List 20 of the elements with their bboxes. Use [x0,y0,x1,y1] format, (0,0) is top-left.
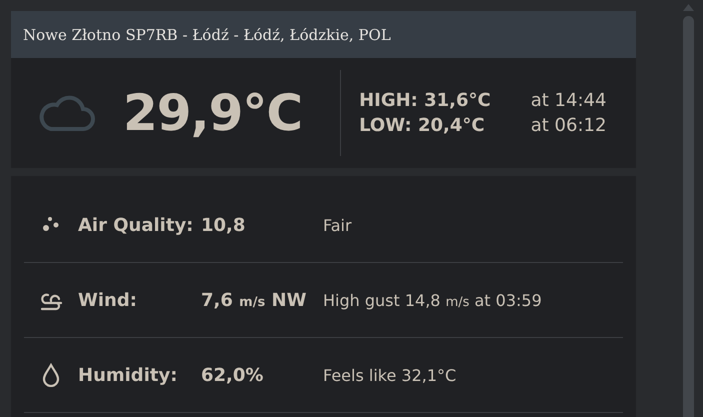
row-detail: High gust 14,8 m/s at 03:59 [323,290,542,310]
station-title: Nowe Złotno SP7RB - Łódź - Łódź, Łódzkie, POL [23,26,391,44]
scrollbar-thumb[interactable] [683,16,694,417]
row-detail: Feels like 32,1°C [323,366,456,384]
row-label: Air Quality: [78,214,194,236]
row-label: Wind: [78,290,138,310]
temperature: 29,9°C [123,84,302,142]
particles-icon [41,216,61,234]
low-temperature: LOW: 20,4°C [359,115,486,136]
row-detail: Fair [323,216,352,234]
scroll-up-icon[interactable] [683,4,694,11]
droplet-icon [42,363,60,387]
high-temperature: HIGH: 31,6°C [359,90,491,111]
low-time: at 06:12 [530,115,606,136]
cloud-icon [37,93,97,133]
row-value: 62,0% [201,364,264,386]
row-value: 10,8 [201,214,246,236]
high-time: at 14:44 [530,90,606,111]
row-label: Humidity: [78,364,178,386]
row-value: 7,6 m/s NW [201,290,308,310]
